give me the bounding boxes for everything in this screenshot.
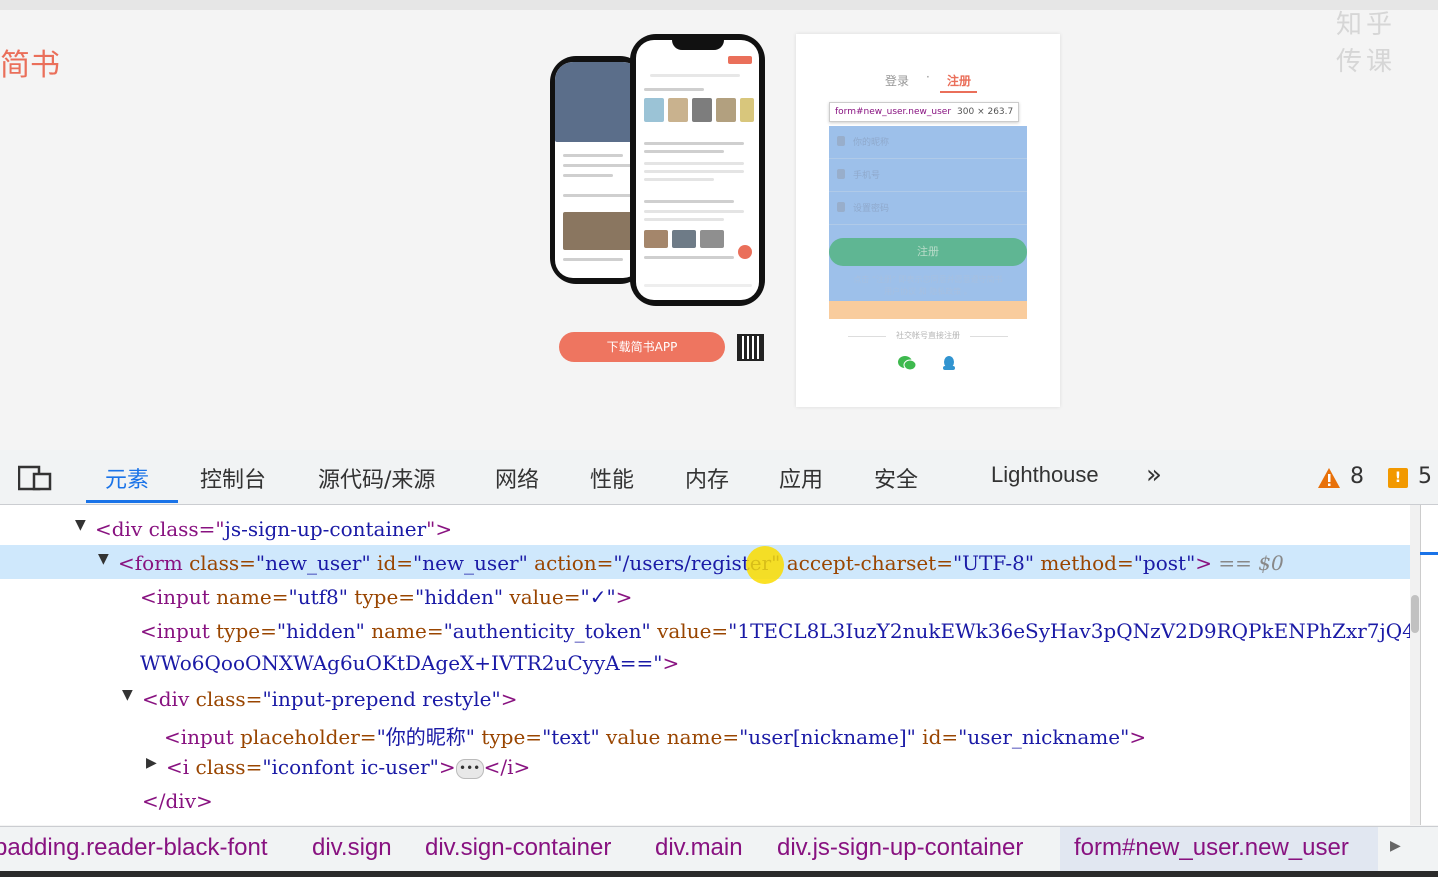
lock-icon — [837, 202, 845, 212]
selected-node-marker: == $0 — [1212, 551, 1284, 575]
issues-count[interactable]: 5 — [1418, 464, 1432, 489]
collapse-triangle-icon[interactable]: ▶ — [146, 755, 157, 771]
breadcrumb-item[interactable]: div.main — [655, 834, 743, 862]
phone-mockup-front — [630, 34, 765, 306]
password-field[interactable]: 设置密码 — [829, 192, 1027, 225]
dom-node-sign-up-container[interactable]: ▼ <div class="js-sign-up-container"> — [0, 511, 1410, 545]
breadcrumb-item-active[interactable]: form#new_user.new_user — [1074, 834, 1349, 862]
register-button[interactable]: 注册 — [829, 238, 1027, 266]
more-tabs-button[interactable]: » — [1146, 460, 1162, 490]
tooltip-selector: form#new_user.new_user — [835, 107, 952, 117]
password-placeholder: 设置密码 — [853, 204, 890, 214]
dom-node-div-close[interactable]: </div> — [0, 783, 1410, 817]
inspect-highlight-margin — [829, 301, 1027, 319]
warning-icon[interactable] — [1317, 467, 1341, 489]
phone-field[interactable]: 手机号 — [829, 159, 1027, 192]
device-toolbar-icon[interactable] — [18, 465, 52, 491]
warning-count[interactable]: 8 — [1350, 464, 1364, 489]
elements-scrollbar[interactable] — [1410, 505, 1420, 825]
tab-performance[interactable]: 性能 — [590, 462, 634, 494]
dom-node-input-prepend[interactable]: ▼ <div class="input-prepend restyle"> — [0, 681, 1410, 715]
tab-security[interactable]: 安全 — [874, 462, 918, 494]
collapsed-children-ellipsis[interactable]: ••• — [455, 758, 484, 779]
tab-register-underline — [940, 91, 977, 93]
elements-scroll-thumb[interactable] — [1411, 595, 1419, 633]
tab-elements[interactable]: 元素 — [105, 462, 149, 494]
styles-pane-tab-indicator — [1420, 552, 1438, 555]
terms-text: 点击 “注册” 即表示您同意并愿意遵守简书 用户协议 和 隐私政策 。 — [853, 275, 1003, 296]
tab-lighthouse[interactable]: Lighthouse — [991, 462, 1099, 488]
dom-node-input-utf8[interactable]: <input name="utf8" type="hidden" value="… — [0, 579, 1410, 613]
qq-icon[interactable] — [942, 355, 956, 371]
download-app-button[interactable]: 下载简书APP — [559, 332, 725, 362]
expand-triangle-icon[interactable]: ▼ — [122, 687, 133, 703]
nickname-placeholder: 你的昵称 — [853, 138, 890, 148]
tab-register[interactable]: 注册 — [947, 72, 971, 89]
phone-placeholder: 手机号 — [853, 171, 881, 181]
dom-node-input-token[interactable]: <input type="hidden" name="authenticity_… — [0, 613, 1410, 647]
mouse-cursor-highlight — [746, 546, 784, 584]
nickname-field[interactable]: 你的昵称 — [829, 126, 1027, 159]
tab-network[interactable]: 网络 — [495, 462, 539, 494]
tab-application[interactable]: 应用 — [779, 462, 823, 494]
video-watermark: 知乎 传课 — [1336, 10, 1397, 77]
brand-logo-text[interactable]: 简书 — [0, 40, 60, 84]
qr-code-icon — [737, 334, 764, 361]
user-icon — [837, 136, 845, 146]
tab-sources[interactable]: 源代码/来源 — [318, 462, 435, 494]
tab-login[interactable]: 登录 — [885, 72, 909, 89]
tab-memory[interactable]: 内存 — [685, 462, 729, 494]
expand-triangle-icon[interactable]: ▼ — [98, 551, 109, 567]
dom-node-form-selected[interactable]: ▼ <form class="new_user" id="new_user" a… — [0, 545, 1410, 579]
inspect-tooltip: form#new_user.new_user 300 × 263.7 — [829, 102, 1020, 122]
dom-node-icon-user[interactable]: ▶ <i class="iconfont ic-user"> ••• </i> — [0, 749, 1410, 783]
phone-icon — [837, 169, 845, 179]
dom-node-input-nickname[interactable]: <input placeholder="你的昵称" type="text" va… — [0, 715, 1410, 749]
expand-triangle-icon[interactable]: ▼ — [75, 517, 86, 533]
video-player-bar — [0, 871, 1438, 877]
elements-dom-tree: ▼ <div class="js-sign-up-container"> ▼ <… — [0, 505, 1410, 825]
active-tab-indicator — [86, 500, 178, 503]
social-login-label: 社交帐号直接注册 — [848, 330, 1008, 341]
tab-separator: · — [926, 70, 930, 84]
tab-console[interactable]: 控制台 — [200, 462, 266, 494]
issues-icon[interactable]: ! — [1388, 468, 1408, 488]
breadcrumb-item[interactable]: div.sign-container — [425, 834, 611, 862]
breadcrumb-item[interactable]: div.sign — [312, 834, 392, 862]
breadcrumb-item[interactable]: div.js-sign-up-container — [777, 834, 1023, 862]
breadcrumb-item[interactable]: padding.reader-black-font — [0, 834, 268, 862]
dom-node-input-token-wrap[interactable]: WWo6QooONXWAg6uOKtDAgeX+IVTR2uCyyA=="> — [0, 647, 1410, 681]
breadcrumb-scroll-right-icon[interactable]: ▶ — [1390, 838, 1401, 854]
wechat-icon[interactable] — [897, 355, 917, 371]
tooltip-size: 300 × 263.7 — [957, 107, 1014, 117]
